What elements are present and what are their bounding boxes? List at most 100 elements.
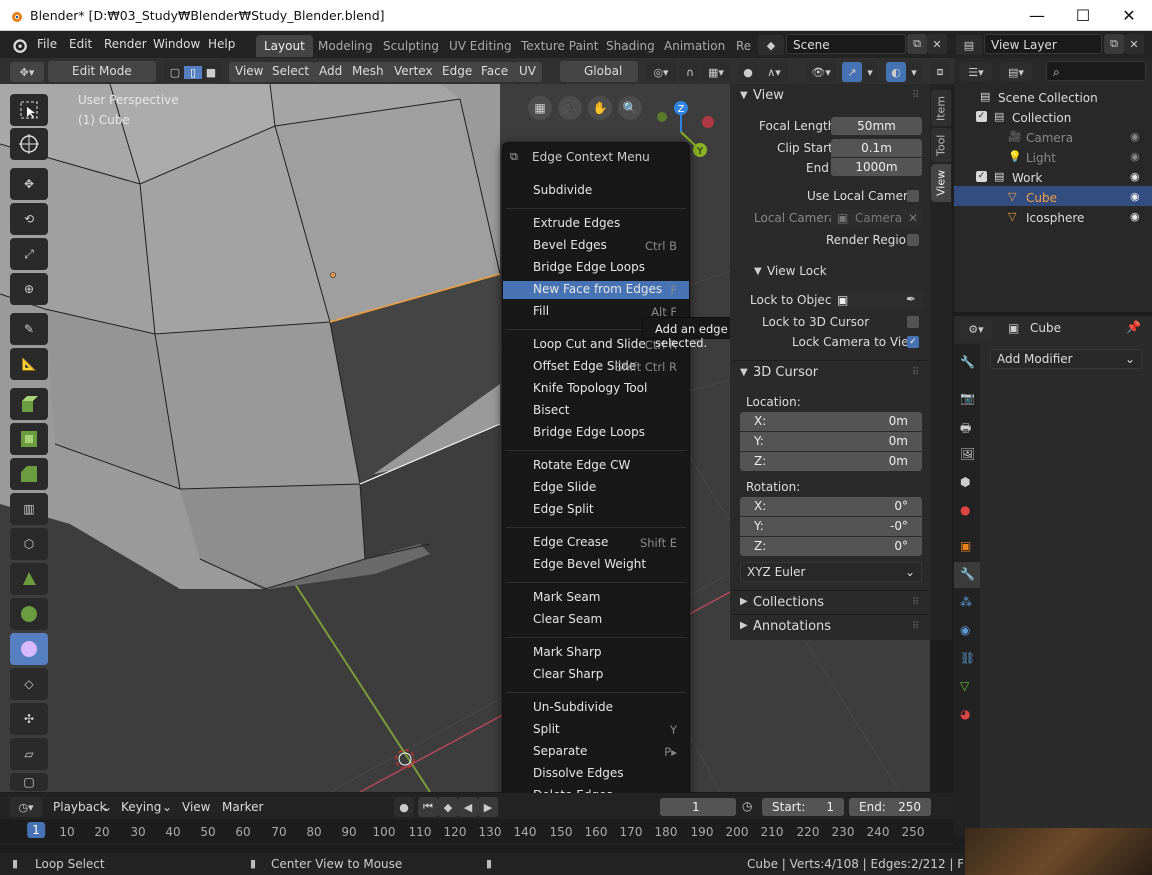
tab-shading[interactable]: Shading bbox=[598, 35, 663, 57]
menu-item[interactable]: Separate P▸ bbox=[503, 742, 689, 762]
overlays-dropdown-icon[interactable]: ▾ bbox=[906, 62, 922, 82]
menu-item[interactable]: Clear Sharp bbox=[503, 665, 689, 685]
collections-header[interactable]: Collections bbox=[753, 595, 824, 610]
scene-tab-icon[interactable]: ⬢ bbox=[960, 475, 970, 489]
drag-handle-icon[interactable]: ⠿ bbox=[912, 90, 919, 101]
tool-tab-icon[interactable]: 🔧 bbox=[960, 355, 975, 369]
cursor-rotation-x[interactable]: X: 0° bbox=[740, 497, 922, 516]
cursor-location-y[interactable]: Y: 0m bbox=[740, 432, 922, 451]
overlays-toggle-icon[interactable]: ◐ bbox=[886, 62, 906, 82]
select-box-tool-icon[interactable] bbox=[10, 94, 48, 126]
rotate-tool-icon[interactable]: ⟲ bbox=[10, 203, 48, 235]
outliner-row-cube[interactable]: ▽ Cube ◉ bbox=[954, 188, 1150, 208]
drag-handle-icon[interactable]: ⠿ bbox=[912, 597, 919, 608]
view-collapse-icon[interactable]: ▼ bbox=[740, 90, 748, 101]
inset-tool-icon[interactable] bbox=[10, 423, 48, 455]
menu-playback[interactable]: Playback bbox=[53, 800, 107, 814]
menu-item[interactable]: Edge Slide bbox=[503, 478, 689, 498]
menu-item[interactable]: Bridge Edge Loops bbox=[503, 423, 689, 443]
menu-vertex[interactable]: Vertex bbox=[388, 62, 439, 82]
visibility-eye-icon[interactable]: ◉ bbox=[1130, 150, 1140, 163]
menu-select[interactable]: Select bbox=[266, 62, 316, 82]
data-tab-icon[interactable]: ▽ bbox=[960, 679, 969, 693]
view-layer-icon[interactable]: ▤ bbox=[956, 35, 982, 55]
menu-item[interactable]: Edge Split bbox=[503, 500, 689, 520]
prev-keyframe-icon[interactable]: ◆ bbox=[438, 797, 458, 817]
outliner-row-work[interactable]: ✓ ▤ Work ◉ bbox=[954, 168, 1150, 188]
visibility-eye-icon[interactable]: ◉ bbox=[1130, 190, 1140, 203]
end-frame-field[interactable]: End: 250 bbox=[849, 798, 931, 816]
tab-texture-paint[interactable]: Texture Paint bbox=[513, 35, 606, 57]
visibility-eye-icon[interactable]: ◉ bbox=[1130, 210, 1140, 223]
menu-mesh[interactable]: Mesh bbox=[346, 62, 390, 82]
gizmo-dropdown-icon[interactable]: ▾ bbox=[862, 62, 878, 82]
menu-item[interactable]: Mark Seam bbox=[503, 588, 689, 608]
outliner-row-camera[interactable]: 🎥 Camera ◉ bbox=[954, 128, 1150, 148]
visibility-icon[interactable]: 👁▾ bbox=[806, 62, 836, 82]
snap-icon[interactable]: ∩ bbox=[680, 62, 700, 82]
jump-start-icon[interactable]: ⏮ bbox=[418, 797, 438, 817]
output-tab-icon[interactable]: 🖶 bbox=[960, 419, 971, 440]
menu-uv[interactable]: UV bbox=[513, 62, 542, 82]
collections-expand-icon[interactable]: ▶ bbox=[740, 596, 748, 607]
menu-item[interactable]: Rotate Edge CW bbox=[503, 456, 689, 476]
material-tab-icon[interactable]: ◕ bbox=[960, 707, 970, 721]
render-region-checkbox[interactable] bbox=[907, 234, 919, 246]
display-mode-icon[interactable]: ▤▾ bbox=[1000, 62, 1032, 82]
exclude-checkbox[interactable]: ✓ bbox=[976, 171, 987, 182]
poly-build-tool-icon[interactable] bbox=[10, 563, 48, 595]
menu-item[interactable]: Bevel Edges Ctrl B bbox=[503, 236, 689, 256]
outliner-row-collection[interactable]: ✓ ▤ Collection bbox=[954, 108, 1150, 128]
3d-cursor-header[interactable]: 3D Cursor bbox=[753, 365, 818, 380]
face-select-icon[interactable]: ■ bbox=[202, 66, 220, 79]
remove-scene-icon[interactable]: ✕ bbox=[927, 34, 947, 54]
tab-view[interactable]: View bbox=[931, 164, 951, 202]
mode-selector[interactable]: Edit Mode bbox=[48, 61, 156, 82]
lock-camera-to-view-checkbox[interactable]: ✓ bbox=[907, 336, 919, 348]
blender-menu-icon[interactable] bbox=[10, 36, 28, 54]
annotations-expand-icon[interactable]: ▶ bbox=[740, 620, 748, 631]
annotations-header[interactable]: Annotations bbox=[753, 619, 831, 634]
spin-tool-icon[interactable] bbox=[10, 598, 48, 630]
rotation-mode-select[interactable]: XYZ Euler ⌄ bbox=[740, 562, 922, 582]
annotate-tool-icon[interactable]: ✎ bbox=[10, 313, 48, 345]
menu-keying[interactable]: Keying bbox=[121, 800, 161, 814]
menu-item[interactable]: Dissolve Edges bbox=[503, 764, 689, 784]
menu-item[interactable]: Bridge Edge Loops bbox=[503, 258, 689, 278]
cursor-location-z[interactable]: Z: 0m bbox=[740, 452, 922, 471]
menu-edit[interactable]: Edit bbox=[69, 37, 92, 51]
outliner-search-input[interactable]: ⌕ bbox=[1046, 61, 1146, 81]
menu-item[interactable]: Subdivide bbox=[503, 181, 689, 201]
edge-slide-tool-icon[interactable]: ◇ bbox=[10, 668, 48, 700]
outliner-editor-icon[interactable]: ☰▾ bbox=[960, 62, 992, 82]
menu-item[interactable]: Knife Topology Tool bbox=[503, 379, 689, 399]
add-modifier-button[interactable]: Add Modifier ⌄ bbox=[990, 349, 1142, 369]
menu-item[interactable]: Edge Crease Shift E bbox=[503, 533, 689, 553]
view-section-header[interactable]: View bbox=[753, 88, 784, 103]
remove-view-layer-icon[interactable]: ✕ bbox=[1124, 34, 1144, 54]
view-layer-field[interactable]: View Layer bbox=[984, 34, 1102, 54]
cursor-location-x[interactable]: X: 0m bbox=[740, 412, 922, 431]
transform-orientation[interactable]: Global bbox=[560, 61, 638, 82]
clip-end-field[interactable]: 1000m bbox=[831, 158, 922, 176]
tab-uv-editing[interactable]: UV Editing bbox=[441, 35, 520, 57]
menu-item[interactable]: Edge Bevel Weight bbox=[503, 555, 689, 575]
tab-sculpting[interactable]: Sculpting bbox=[375, 35, 447, 57]
measure-tool-icon[interactable]: 📐 bbox=[10, 348, 48, 380]
cursor-collapse-icon[interactable]: ▼ bbox=[740, 367, 748, 378]
tab-animation[interactable]: Animation bbox=[656, 35, 733, 57]
proportional-edit-icon[interactable]: ● bbox=[738, 62, 758, 82]
loop-cut-tool-icon[interactable]: ▥ bbox=[10, 493, 48, 525]
move-tool-icon[interactable]: ✥ bbox=[10, 168, 48, 200]
menu-item[interactable]: Bisect bbox=[503, 401, 689, 421]
tab-tool[interactable]: Tool bbox=[931, 128, 951, 162]
clear-camera-icon[interactable]: ✕ bbox=[908, 211, 918, 225]
scale-tool-icon[interactable]: ⤢ bbox=[10, 238, 48, 270]
play-icon[interactable]: ▶ bbox=[478, 797, 498, 817]
new-view-layer-icon[interactable]: ⧉ bbox=[1104, 34, 1124, 54]
grid-view-icon[interactable]: ▦ bbox=[528, 96, 552, 120]
constraints-tab-icon[interactable]: ⛓ bbox=[960, 651, 975, 665]
pivot-point-icon[interactable]: ◎▾ bbox=[646, 62, 676, 82]
visibility-eye-icon[interactable]: ◉ bbox=[1130, 130, 1140, 143]
cursor-tool-icon[interactable] bbox=[10, 128, 48, 160]
